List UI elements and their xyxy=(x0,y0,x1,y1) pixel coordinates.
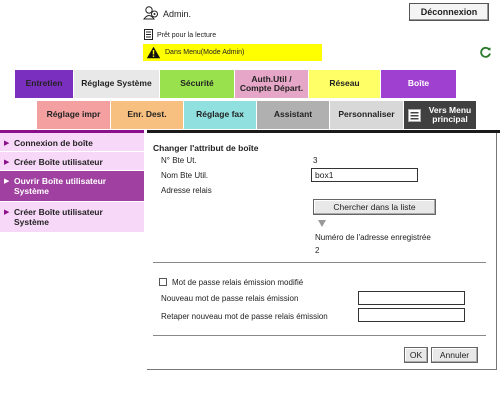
ok-button[interactable]: OK xyxy=(404,347,428,363)
box-name-label: Nom Bte Util. xyxy=(161,171,209,180)
warning-text: Dans Menu(Mode Admin) xyxy=(165,49,245,56)
section-divider xyxy=(153,335,486,336)
registered-number-label: Numéro de l'adresse enregistrée xyxy=(315,233,431,242)
tab-system-settings[interactable]: Réglage Système xyxy=(73,70,159,98)
retype-password-input[interactable] xyxy=(358,308,465,322)
password-modified-label: Mot de passe relais émission modifié xyxy=(172,278,304,287)
tab-label: Boîte xyxy=(407,78,430,89)
tab-customize[interactable]: Personnaliser xyxy=(329,101,403,129)
tab-box[interactable]: Boîte xyxy=(380,70,456,98)
new-password-input[interactable] xyxy=(358,291,465,305)
tab-network[interactable]: Réseau xyxy=(308,70,380,98)
section-divider xyxy=(153,262,486,263)
chevron-right-icon: ▶ xyxy=(4,178,10,185)
chevron-right-icon: ▶ xyxy=(4,209,10,216)
admin-mode-banner: Dans Menu(Mode Admin) xyxy=(143,44,322,61)
ready-status-icon xyxy=(144,29,153,40)
sidebar-item-box-login[interactable]: ▶ Connexion de boîte xyxy=(0,133,144,152)
tab-user-auth[interactable]: Auth.Util / Compte Départ. xyxy=(234,70,308,98)
chevron-right-icon: ▶ xyxy=(4,140,10,147)
cancel-button[interactable]: Annuler xyxy=(431,347,478,363)
main-menu-icon xyxy=(408,108,421,122)
tab-address-register[interactable]: Enr. Dest. xyxy=(110,101,183,129)
registered-number-value: 2 xyxy=(315,246,320,255)
tab-label: Assistant xyxy=(273,109,313,120)
box-number-label: N° Bte Ut. xyxy=(161,156,197,165)
admin-label: Admin. xyxy=(163,9,192,19)
page-title: Changer l'attribut de boîte xyxy=(153,143,259,153)
tab-label: Sécurité xyxy=(180,78,214,89)
tab-label: Réglage Système xyxy=(81,78,152,89)
box-number-value: 3 xyxy=(313,156,318,165)
arrow-down-icon xyxy=(318,220,326,227)
sidebar-item-label: Créer Boîte utilisateur xyxy=(14,157,103,167)
sidebar-item-create-user-box[interactable]: ▶ Créer Boîte utilisateur xyxy=(0,152,144,171)
sidebar-item-open-system-box[interactable]: ▶ Ouvrir Boîte utilisateur Système xyxy=(0,171,144,202)
warning-icon xyxy=(146,46,161,59)
tab-print-settings[interactable]: Réglage impr xyxy=(37,101,110,129)
tab-label: Auth.Util / Compte Départ. xyxy=(239,73,304,93)
tab-security[interactable]: Sécurité xyxy=(159,70,234,98)
sidebar-item-label: Ouvrir Boîte utilisateur Système xyxy=(14,176,107,197)
tab-label: Réglage impr xyxy=(46,109,101,120)
box-name-input[interactable]: box1 xyxy=(311,168,418,182)
password-modified-checkbox[interactable] xyxy=(159,278,167,286)
refresh-icon[interactable] xyxy=(479,46,492,59)
status-text: Prêt pour la lecture xyxy=(157,32,217,39)
tab-wizard[interactable]: Assistant xyxy=(256,101,329,129)
tab-label: Personnaliser xyxy=(338,109,395,120)
sidebar-item-label: Créer Boîte utilisateur Système xyxy=(14,207,103,228)
relay-address-label: Adresse relais xyxy=(161,186,212,195)
sidebar-item-create-system-box[interactable]: ▶ Créer Boîte utilisateur Système xyxy=(0,202,144,233)
tab-maintenance[interactable]: Entretien xyxy=(15,70,73,98)
tab-fax-settings[interactable]: Réglage fax xyxy=(183,101,256,129)
retype-password-label: Retaper nouveau mot de passe relais émis… xyxy=(161,312,328,321)
sidebar-item-label: Connexion de boîte xyxy=(14,138,93,148)
main-menu-button[interactable]: Vers Menu principal xyxy=(403,101,476,129)
chevron-right-icon: ▶ xyxy=(4,159,10,166)
logout-button[interactable]: Déconnexion xyxy=(409,3,489,21)
tab-label: Vers Menu principal xyxy=(428,104,472,124)
tab-label: Entretien xyxy=(25,78,63,89)
tab-label: Réseau xyxy=(329,78,360,89)
tab-label: Enr. Dest. xyxy=(127,109,167,120)
search-list-button[interactable]: Chercher dans la liste xyxy=(313,199,436,215)
tab-label: Réglage fax xyxy=(196,109,244,120)
new-password-label: Nouveau mot de passe relais émission xyxy=(161,294,299,303)
admin-user-icon xyxy=(143,5,159,21)
